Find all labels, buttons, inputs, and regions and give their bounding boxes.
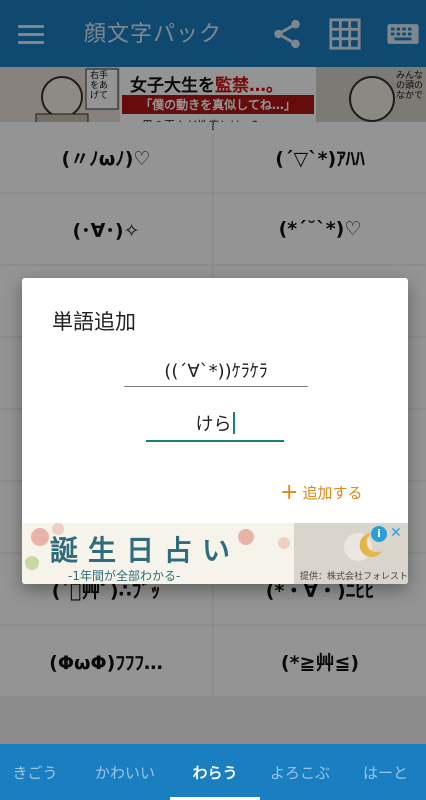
tab-item[interactable]: きごう — [0, 744, 70, 800]
reading-field[interactable]: けら — [146, 406, 284, 442]
emoticon-field[interactable]: ((´∀`*))ｹﾗｹﾗ — [124, 353, 308, 387]
tab-item[interactable]: かわいい — [80, 744, 170, 800]
text-caret — [232, 412, 235, 434]
ad-close-icon[interactable]: ✕ — [390, 525, 402, 541]
tab-item[interactable]: はーと — [345, 744, 426, 800]
ad-provider: 提供：株式会社フォレスト — [300, 572, 408, 582]
plus-icon: + — [280, 479, 299, 505]
tab-item[interactable]: わらう — [170, 744, 260, 800]
tab-item[interactable]: よろこぶ — [255, 744, 345, 800]
add-word-button[interactable]: + 追加する — [280, 479, 363, 505]
ad-info-icon[interactable]: i — [371, 526, 387, 542]
ad-subtitle: -1年間が全部わかる- — [68, 569, 181, 583]
ad-title: 誕生日占い — [50, 534, 241, 567]
dialog-ad[interactable]: 誕生日占い -1年間が全部わかる- 提供：株式会社フォレスト i ✕ — [22, 523, 408, 584]
add-word-label: 追加する — [302, 484, 363, 502]
add-word-dialog: 単語追加 ((´∀`*))ｹﾗｹﾗ けら + 追加する 誕生日占い -1年間が全… — [22, 278, 408, 584]
dialog-title: 単語追加 — [52, 310, 136, 334]
bottom-nav: きごう かわいい わらう よろこぶ はーと — [0, 744, 426, 800]
emoticon-value: ((´∀`*))ｹﾗｹﾗ — [164, 360, 268, 382]
reading-value: けら — [195, 414, 232, 435]
